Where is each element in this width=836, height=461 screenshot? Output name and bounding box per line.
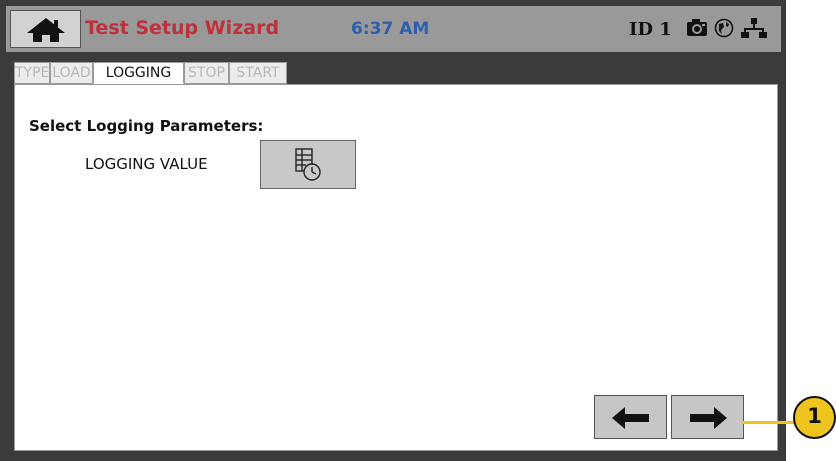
header-bar: Test Setup Wizard 6:37 AM ID 1 bbox=[6, 6, 781, 52]
network-icon[interactable] bbox=[740, 17, 768, 39]
app-frame: Test Setup Wizard 6:37 AM ID 1 TYPE LOAD bbox=[0, 0, 786, 461]
home-button[interactable] bbox=[10, 10, 81, 48]
logging-timer-icon bbox=[295, 148, 321, 181]
tab-logging[interactable]: LOGGING bbox=[93, 62, 184, 84]
logging-panel: Select Logging Parameters: LOGGING VALUE bbox=[14, 84, 778, 451]
logging-value-label: LOGGING VALUE bbox=[85, 155, 208, 173]
arrow-right-icon bbox=[690, 407, 727, 429]
arrow-left-icon bbox=[612, 407, 649, 429]
tab-type[interactable]: TYPE bbox=[14, 62, 50, 84]
page-title: Test Setup Wizard bbox=[85, 17, 280, 39]
device-id: ID 1 bbox=[629, 19, 672, 40]
callout-badge: 1 bbox=[793, 396, 836, 439]
clock-time: 6:37 AM bbox=[351, 19, 430, 39]
next-button[interactable] bbox=[671, 395, 744, 439]
tab-load[interactable]: LOAD bbox=[50, 62, 93, 84]
callout-number: 1 bbox=[807, 404, 822, 428]
tab-stop[interactable]: STOP bbox=[184, 62, 229, 84]
callout-leader-line bbox=[742, 421, 794, 424]
tab-start[interactable]: START bbox=[229, 62, 287, 84]
camera-icon[interactable] bbox=[686, 18, 708, 37]
logging-value-button[interactable] bbox=[260, 140, 356, 189]
section-heading: Select Logging Parameters: bbox=[29, 117, 264, 135]
home-icon bbox=[27, 18, 65, 42]
globe-icon[interactable] bbox=[714, 18, 734, 38]
back-button[interactable] bbox=[594, 395, 667, 439]
